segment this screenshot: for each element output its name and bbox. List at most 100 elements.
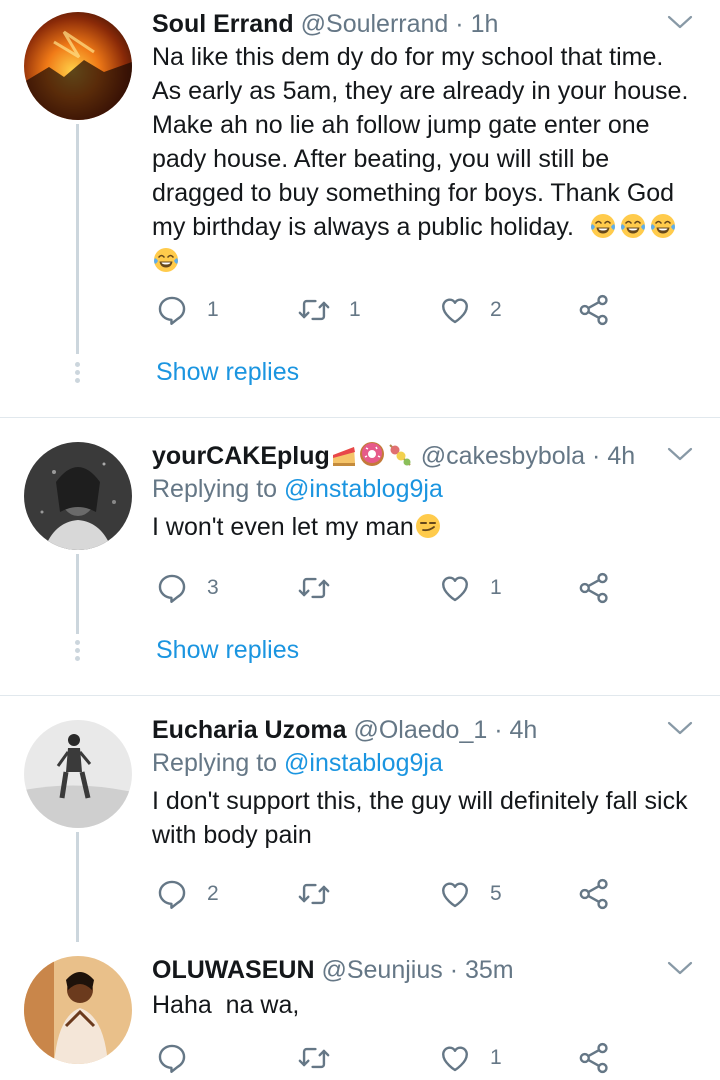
user-handle[interactable]: @cakesbybola bbox=[421, 442, 585, 470]
retweet-button[interactable] bbox=[297, 874, 331, 914]
tweet[interactable]: yourCAKEplug @cakesbybola · 4h Replying … bbox=[0, 418, 720, 696]
chevron-down-icon[interactable] bbox=[666, 444, 694, 464]
reply-icon bbox=[155, 877, 189, 911]
retweet-count: 1 bbox=[349, 298, 361, 321]
chevron-down-icon[interactable] bbox=[666, 958, 694, 978]
user-handle[interactable]: @Olaedo_1 bbox=[353, 716, 487, 744]
user-handle[interactable]: @Seunjius bbox=[321, 956, 442, 984]
tweet-text-line: dragged to buy something for boys. Thank… bbox=[152, 179, 675, 207]
tweet-text-line: my birthday is always a public holiday. bbox=[152, 210, 696, 244]
separator-dot: · bbox=[494, 716, 503, 744]
display-name[interactable]: yourCAKEplug bbox=[152, 442, 330, 470]
tweet-text-segment: my birthday is always a public holiday. bbox=[152, 213, 574, 241]
thread-dots bbox=[75, 640, 80, 664]
like-count: 2 bbox=[490, 298, 502, 321]
like-button[interactable]: 1 bbox=[438, 1038, 502, 1078]
tweet-text-line: Make ah no lie ah follow jump gate enter… bbox=[152, 111, 650, 139]
reply-icon bbox=[155, 293, 189, 327]
doughnut-icon bbox=[358, 441, 386, 475]
tweet-header: OLUWASEUN @Seunjius · 35m bbox=[152, 954, 696, 986]
tweet-actions: 1 bbox=[152, 1038, 632, 1078]
tweet[interactable]: Soul Errand @Soulerrand · 1h Na like thi… bbox=[0, 0, 720, 418]
share-icon bbox=[577, 877, 611, 911]
heart-icon bbox=[438, 293, 472, 327]
reply-button[interactable] bbox=[155, 1038, 189, 1078]
separator-dot: · bbox=[449, 956, 459, 984]
tweet-text-segment: I won't even let my man bbox=[152, 513, 414, 541]
reply-button[interactable]: 3 bbox=[155, 568, 219, 608]
retweet-button[interactable] bbox=[297, 568, 331, 608]
show-replies-link[interactable]: Show replies bbox=[156, 636, 299, 665]
like-button[interactable]: 5 bbox=[438, 874, 502, 914]
share-button[interactable] bbox=[577, 290, 611, 330]
tweet-header: Eucharia Uzoma @Olaedo_1 · 4h bbox=[152, 714, 696, 746]
like-button[interactable]: 1 bbox=[438, 568, 502, 608]
reply-button[interactable]: 2 bbox=[155, 874, 219, 914]
avatar-image bbox=[24, 956, 132, 1064]
tweet-text-line bbox=[152, 244, 696, 278]
timestamp[interactable]: 1h bbox=[471, 10, 499, 38]
mention-link[interactable]: @instablog9ja bbox=[284, 749, 443, 777]
tweet-text: I won't even let my man bbox=[152, 510, 696, 544]
thread-line bbox=[76, 124, 79, 354]
avatar[interactable] bbox=[24, 12, 132, 120]
avatar-image bbox=[24, 442, 132, 550]
reply-count: 2 bbox=[207, 882, 219, 905]
retweet-icon bbox=[297, 877, 331, 911]
tweet-header: Soul Errand @Soulerrand · 1h bbox=[152, 8, 696, 40]
display-name[interactable]: Eucharia Uzoma bbox=[152, 716, 347, 744]
mention-link[interactable]: @instablog9ja bbox=[284, 475, 443, 503]
thread-line bbox=[76, 832, 79, 942]
tweet[interactable]: OLUWASEUN @Seunjius · 35m Haha na wa, 1 bbox=[0, 936, 720, 1080]
tweet-text-line: As early as 5am, they are already in you… bbox=[152, 77, 689, 105]
heart-icon bbox=[438, 571, 472, 605]
retweet-icon bbox=[297, 571, 331, 605]
retweet-button[interactable]: 1 bbox=[297, 290, 361, 330]
retweet-button[interactable] bbox=[297, 1038, 331, 1078]
cake-icon bbox=[330, 441, 358, 475]
timestamp[interactable]: 4h bbox=[510, 716, 538, 744]
share-button[interactable] bbox=[577, 874, 611, 914]
timestamp[interactable]: 35m bbox=[465, 956, 514, 984]
reply-count: 3 bbox=[207, 576, 219, 599]
reply-count: 1 bbox=[207, 298, 219, 321]
chevron-down-icon[interactable] bbox=[666, 718, 694, 738]
reply-button[interactable]: 1 bbox=[155, 290, 219, 330]
heart-icon bbox=[438, 1041, 472, 1075]
thread-line bbox=[76, 554, 79, 634]
like-count: 1 bbox=[490, 576, 502, 599]
avatar[interactable] bbox=[24, 442, 132, 550]
timestamp[interactable]: 4h bbox=[607, 442, 635, 470]
like-count: 5 bbox=[490, 882, 502, 905]
tweet-header: yourCAKEplug @cakesbybola · 4h bbox=[152, 440, 696, 472]
tweet-text: Haha na wa, bbox=[152, 988, 696, 1022]
tweet-text-line: with body pain bbox=[152, 821, 312, 849]
tweet-actions: 3 1 bbox=[152, 568, 632, 608]
face-with-tears-of-joy-icon bbox=[152, 246, 180, 274]
chevron-down-icon[interactable] bbox=[666, 12, 694, 32]
show-replies-link[interactable]: Show replies bbox=[156, 358, 299, 387]
avatar[interactable] bbox=[24, 956, 132, 1064]
display-name[interactable]: OLUWASEUN bbox=[152, 956, 315, 984]
face-with-tears-of-joy-icon bbox=[589, 212, 617, 240]
share-button[interactable] bbox=[577, 568, 611, 608]
tweet-actions: 1 1 2 bbox=[152, 290, 632, 330]
tweet-text-segment: Haha na wa, bbox=[152, 991, 300, 1019]
tweet-text-line: pady house. After beating, you will stil… bbox=[152, 145, 610, 173]
user-handle[interactable]: @Soulerrand bbox=[301, 10, 449, 38]
tweet[interactable]: Eucharia Uzoma @Olaedo_1 · 4h Replying t… bbox=[0, 696, 720, 942]
reply-icon bbox=[155, 571, 189, 605]
share-button[interactable] bbox=[577, 1038, 611, 1078]
separator-dot: · bbox=[592, 442, 601, 470]
replying-to: Replying to @instablog9ja bbox=[152, 746, 696, 780]
like-count: 1 bbox=[490, 1046, 502, 1069]
heart-icon bbox=[438, 877, 472, 911]
separator-dot: · bbox=[455, 10, 464, 38]
avatar-image bbox=[24, 720, 132, 828]
avatar[interactable] bbox=[24, 720, 132, 828]
tweet-actions: 2 5 bbox=[152, 874, 632, 914]
display-name[interactable]: Soul Errand bbox=[152, 10, 294, 38]
face-with-tears-of-joy-icon bbox=[619, 212, 647, 240]
like-button[interactable]: 2 bbox=[438, 290, 502, 330]
share-icon bbox=[577, 293, 611, 327]
